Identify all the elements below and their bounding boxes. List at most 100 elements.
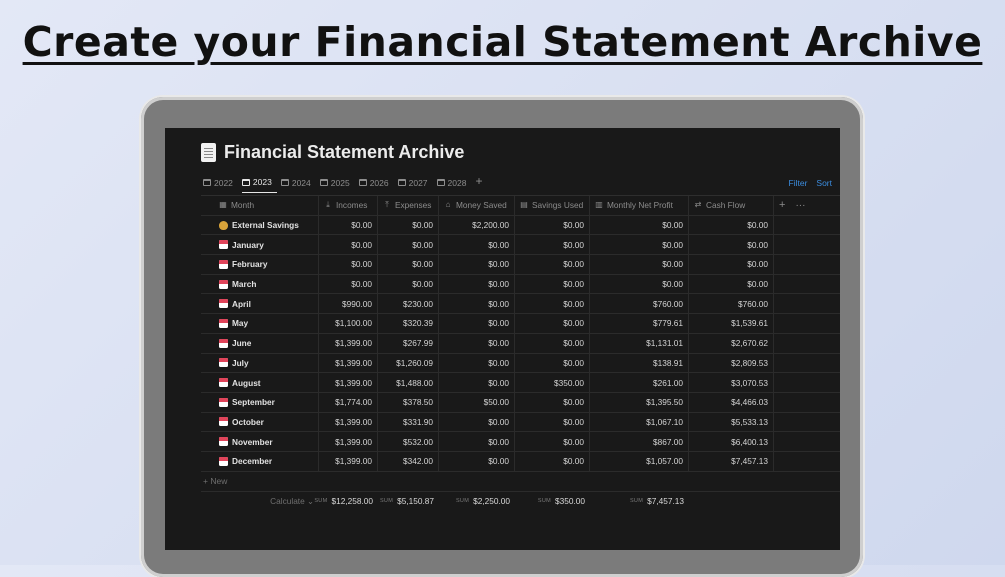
saved-cell[interactable]: $0.00 bbox=[439, 373, 515, 392]
tab-2028[interactable]: 2028 bbox=[436, 177, 472, 193]
column-cash-flow[interactable]: ⇄ Cash Flow bbox=[689, 196, 774, 215]
cash-cell[interactable]: $3,070.53 bbox=[689, 373, 774, 392]
cash-cell[interactable]: $0.00 bbox=[689, 215, 774, 235]
cash-cell[interactable]: $0.00 bbox=[689, 255, 774, 274]
expenses-cell[interactable]: $532.00 bbox=[378, 432, 439, 451]
table-row[interactable]: June $1,399.00 $267.99 $0.00 $0.00 $1,131.01 $… bbox=[201, 333, 840, 354]
table-row[interactable]: April $990.00 $230.00 $0.00 $0.00 $760.00 $760… bbox=[201, 294, 840, 315]
table-row[interactable]: May $1,100.00 $320.39 $0.00 $0.00 $779.61 $1,5… bbox=[201, 314, 840, 334]
net-cell[interactable]: $1,057.00 bbox=[590, 451, 689, 471]
expenses-cell[interactable]: $378.50 bbox=[378, 392, 439, 412]
saved-cell[interactable]: $0.00 bbox=[439, 235, 515, 255]
used-cell[interactable]: $0.00 bbox=[515, 412, 590, 432]
saved-cell[interactable]: $0.00 bbox=[439, 274, 515, 294]
incomes-cell[interactable]: $1,399.00 bbox=[319, 373, 378, 392]
net-cell[interactable]: $760.00 bbox=[590, 294, 689, 314]
month-cell[interactable]: April bbox=[201, 294, 319, 314]
month-cell[interactable]: August bbox=[201, 373, 319, 392]
net-cell[interactable]: $261.00 bbox=[590, 373, 689, 392]
expenses-cell[interactable]: $0.00 bbox=[378, 215, 439, 235]
table-row[interactable]: February $0.00 $0.00 $0.00 $0.00 $0.00 $0.00 bbox=[201, 255, 840, 275]
saved-cell[interactable]: $0.00 bbox=[439, 412, 515, 432]
column-monthly-net-profit[interactable]: ▥ Monthly Net Profit bbox=[590, 196, 689, 215]
sum-money-saved[interactable]: SUM $2,250.00 bbox=[439, 492, 515, 511]
incomes-cell[interactable]: $0.00 bbox=[319, 215, 378, 235]
tab-2022[interactable]: 2022 bbox=[203, 177, 238, 193]
net-cell[interactable]: $0.00 bbox=[590, 255, 689, 274]
net-cell[interactable]: $779.61 bbox=[590, 314, 689, 333]
saved-cell[interactable]: $0.00 bbox=[439, 294, 515, 314]
used-cell[interactable]: $0.00 bbox=[515, 432, 590, 451]
table-row[interactable]: December $1,399.00 $342.00 $0.00 $0.00 $1,057… bbox=[201, 451, 840, 472]
tab-2024[interactable]: 2024 bbox=[280, 177, 316, 193]
cash-cell[interactable]: $2,670.62 bbox=[689, 333, 774, 353]
month-cell[interactable]: September bbox=[201, 392, 319, 412]
month-cell[interactable]: December bbox=[201, 451, 319, 471]
incomes-cell[interactable]: $1,399.00 bbox=[319, 353, 378, 373]
incomes-cell[interactable]: $1,774.00 bbox=[319, 392, 378, 412]
column-savings-used[interactable]: ▤ Savings Used bbox=[515, 196, 590, 215]
used-cell[interactable]: $0.00 bbox=[515, 235, 590, 255]
table-row[interactable]: March $0.00 $0.00 $0.00 $0.00 $0.00 $0.00 bbox=[201, 274, 840, 295]
cash-cell[interactable]: $1,539.61 bbox=[689, 314, 774, 333]
net-cell[interactable]: $0.00 bbox=[590, 215, 689, 235]
add-column-icon[interactable]: + bbox=[779, 199, 785, 211]
table-row[interactable]: August $1,399.00 $1,488.00 $0.00 $350.00 $261… bbox=[201, 373, 840, 393]
table-row[interactable]: External Savings $0.00 $0.00 $2,200.00 $0.00… bbox=[201, 215, 840, 236]
cash-cell[interactable]: $0.00 bbox=[689, 235, 774, 255]
used-cell[interactable]: $0.00 bbox=[515, 215, 590, 235]
cash-cell[interactable]: $4,466.03 bbox=[689, 392, 774, 412]
net-cell[interactable]: $1,067.10 bbox=[590, 412, 689, 432]
tab-2027[interactable]: 2027 bbox=[397, 177, 433, 193]
used-cell[interactable]: $350.00 bbox=[515, 373, 590, 392]
saved-cell[interactable]: $0.00 bbox=[439, 333, 515, 353]
cash-cell[interactable]: $6,400.13 bbox=[689, 432, 774, 451]
incomes-cell[interactable]: $0.00 bbox=[319, 235, 378, 255]
incomes-cell[interactable]: $0.00 bbox=[319, 274, 378, 294]
incomes-cell[interactable]: $1,399.00 bbox=[319, 432, 378, 451]
saved-cell[interactable]: $0.00 bbox=[439, 353, 515, 373]
sum-expenses[interactable]: SUM $5,150.87 bbox=[378, 492, 439, 511]
filter-button[interactable]: Filter bbox=[789, 178, 808, 188]
expenses-cell[interactable]: $267.99 bbox=[378, 333, 439, 353]
saved-cell[interactable]: $0.00 bbox=[439, 451, 515, 471]
column-expenses[interactable]: ⤒ Expenses bbox=[378, 196, 439, 215]
table-row[interactable]: November $1,399.00 $532.00 $0.00 $0.00 $867.0… bbox=[201, 432, 840, 452]
sum-net-profit[interactable]: SUM $7,457.13 bbox=[590, 492, 689, 511]
expenses-cell[interactable]: $230.00 bbox=[378, 294, 439, 314]
month-cell[interactable]: October bbox=[201, 412, 319, 432]
month-cell[interactable]: January bbox=[201, 235, 319, 255]
month-cell[interactable]: February bbox=[201, 255, 319, 274]
net-cell[interactable]: $1,395.50 bbox=[590, 392, 689, 412]
month-cell[interactable]: May bbox=[201, 314, 319, 333]
saved-cell[interactable]: $0.00 bbox=[439, 255, 515, 274]
net-cell[interactable]: $0.00 bbox=[590, 274, 689, 294]
table-row[interactable]: July $1,399.00 $1,260.09 $0.00 $0.00 $138.91 $… bbox=[201, 353, 840, 374]
expenses-cell[interactable]: $342.00 bbox=[378, 451, 439, 471]
used-cell[interactable]: $0.00 bbox=[515, 294, 590, 314]
month-cell[interactable]: July bbox=[201, 353, 319, 373]
incomes-cell[interactable]: $1,399.00 bbox=[319, 451, 378, 471]
cash-cell[interactable]: $0.00 bbox=[689, 274, 774, 294]
add-view-icon[interactable]: + bbox=[475, 174, 482, 193]
cash-cell[interactable]: $760.00 bbox=[689, 294, 774, 314]
table-row[interactable]: January $0.00 $0.00 $0.00 $0.00 $0.00 $0.00 bbox=[201, 235, 840, 256]
expenses-cell[interactable]: $331.90 bbox=[378, 412, 439, 432]
used-cell[interactable]: $0.00 bbox=[515, 255, 590, 274]
saved-cell[interactable]: $50.00 bbox=[439, 392, 515, 412]
expenses-cell[interactable]: $320.39 bbox=[378, 314, 439, 333]
used-cell[interactable]: $0.00 bbox=[515, 314, 590, 333]
expenses-cell[interactable]: $0.00 bbox=[378, 274, 439, 294]
saved-cell[interactable]: $0.00 bbox=[439, 314, 515, 333]
column-money-saved[interactable]: ⌂ Money Saved bbox=[439, 196, 515, 215]
used-cell[interactable]: $0.00 bbox=[515, 392, 590, 412]
incomes-cell[interactable]: $0.00 bbox=[319, 255, 378, 274]
month-cell[interactable]: June bbox=[201, 333, 319, 353]
net-cell[interactable]: $867.00 bbox=[590, 432, 689, 451]
month-cell[interactable]: March bbox=[201, 274, 319, 294]
saved-cell[interactable]: $2,200.00 bbox=[439, 215, 515, 235]
net-cell[interactable]: $0.00 bbox=[590, 235, 689, 255]
incomes-cell[interactable]: $1,399.00 bbox=[319, 412, 378, 432]
sum-savings-used[interactable]: SUM $350.00 bbox=[515, 492, 590, 511]
used-cell[interactable]: $0.00 bbox=[515, 451, 590, 471]
